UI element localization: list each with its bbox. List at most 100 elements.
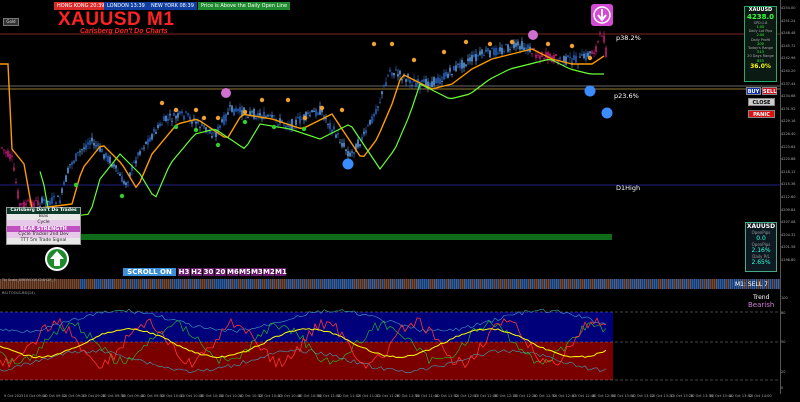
tick-bar [504, 279, 506, 289]
tick-bar [448, 279, 450, 289]
swing-low-dot [173, 124, 179, 130]
price-tick: 4245.72 [781, 43, 796, 48]
price-tick: 4251.24 [781, 18, 796, 23]
tick-bar [524, 279, 526, 289]
buy-button[interactable]: BUY [746, 87, 761, 95]
swing-high-dot [201, 115, 207, 121]
price-tick: 4229.16 [781, 119, 796, 124]
timeframe-button-m2[interactable]: M2 [263, 268, 275, 276]
candle-body [195, 121, 197, 124]
timeframe-button-h3[interactable]: H3 [178, 268, 190, 276]
candle-body [5, 151, 7, 154]
timeframe-button-h2[interactable]: H2 [191, 268, 202, 276]
tick-bar [646, 279, 648, 289]
candle-body [145, 141, 147, 144]
price-tick: 4248.48 [781, 31, 796, 36]
candle-body [211, 135, 213, 138]
tick-bar [186, 279, 188, 289]
main-price-chart[interactable] [0, 0, 780, 292]
tick-bar [56, 279, 58, 289]
swing-low-dot [271, 124, 277, 130]
candle-body [285, 125, 287, 128]
tick-bar [188, 279, 190, 289]
candle-body [453, 66, 455, 71]
tick-bar [306, 279, 308, 289]
candle-body [43, 199, 45, 201]
tick-bar [572, 279, 574, 289]
candle-body [11, 155, 13, 157]
candle-body [359, 144, 361, 147]
timeframe-button-m3[interactable]: M3 [251, 268, 263, 276]
tick-bar [166, 279, 168, 289]
candle-body [593, 52, 595, 55]
tick-bar [602, 279, 604, 289]
tick-bar [494, 279, 496, 289]
candle-body [493, 48, 495, 56]
scroll-toggle-button[interactable]: SCROLL ON [123, 268, 176, 276]
tick-bar [498, 279, 500, 289]
tick-bar [446, 279, 448, 289]
candle-body [159, 123, 161, 127]
tick-bar [476, 279, 478, 289]
candle-body [363, 131, 365, 135]
tick-bar [184, 279, 186, 289]
tick-bar [384, 279, 386, 289]
candle-body [185, 111, 187, 113]
candle-body [499, 47, 501, 52]
mini-line: 2.65% [751, 259, 771, 266]
tick-bar [160, 279, 162, 289]
candle-body [57, 195, 59, 197]
tick-bar [684, 279, 686, 289]
tick-bar [628, 279, 630, 289]
tick-bar [102, 279, 104, 289]
tick-bar [660, 279, 662, 289]
tick-bar [232, 279, 234, 289]
tick-bar [218, 279, 220, 289]
tick-bar [196, 279, 198, 289]
timeframe-button-m6[interactable]: M6 [227, 268, 239, 276]
tick-bar [712, 279, 714, 289]
mini-line: 2.16% [751, 247, 771, 254]
candle-body [7, 150, 9, 157]
timeframe-button-30[interactable]: 30 [203, 268, 214, 276]
tick-bar [270, 279, 272, 289]
candle-body [297, 116, 299, 119]
tick-bar [214, 279, 216, 289]
candle-body [555, 54, 557, 56]
timeframe-button-m1[interactable]: M1 [275, 268, 287, 276]
open-pips-panel: XAUUSD OpenPips 0.0 OpenPips 2.16% Daily P/L… [745, 222, 777, 272]
panic-button[interactable]: PANIC [748, 110, 775, 118]
tick-bar [472, 279, 474, 289]
close-button[interactable]: CLOSE [748, 98, 775, 106]
candle-body [61, 188, 63, 193]
tick-bar [544, 279, 546, 289]
tick-bar [66, 279, 68, 289]
timeframe-button-m5[interactable]: M5 [239, 268, 251, 276]
candle-body [143, 147, 145, 149]
tick-bar [194, 279, 196, 289]
tick-bar [334, 279, 336, 289]
tick-bar [94, 279, 96, 289]
tick-bar [682, 279, 684, 289]
tick-bar [190, 279, 192, 289]
m1-sell-signal: M1: SELL 7 [735, 281, 768, 288]
candle-body [1, 147, 3, 149]
tick-bar [176, 279, 178, 289]
tick-bar [274, 279, 276, 289]
swing-high-dot [285, 97, 291, 103]
timeframe-button-20[interactable]: 20 [215, 268, 226, 276]
sell-button[interactable]: SELL [762, 87, 777, 95]
candle-body [85, 144, 87, 150]
candle-body [223, 115, 225, 125]
tick-bar [178, 279, 180, 289]
candle-body [523, 47, 525, 50]
tick-bar [464, 279, 466, 289]
tick-bar [580, 279, 582, 289]
candle-body [389, 69, 391, 72]
tick-bar [204, 279, 206, 289]
tick-bar [588, 279, 590, 289]
candle-body [487, 48, 489, 52]
candle-body [603, 35, 605, 43]
candle-body [53, 195, 55, 198]
candle-body [343, 142, 345, 147]
